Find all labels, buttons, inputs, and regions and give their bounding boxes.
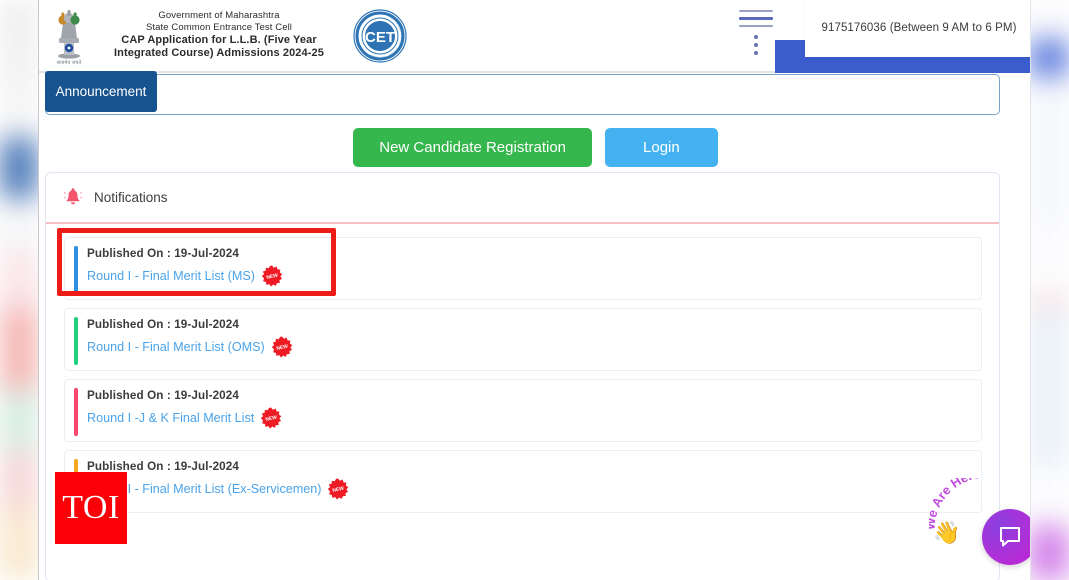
notifications-panel: Notifications Published On : 19-Jul-2024… [45,172,1000,580]
new-starburst-badge-icon: NEW [261,265,283,287]
india-national-emblem-icon: सत्यमेव जयते [46,5,92,67]
notification-card[interactable]: Published On : 19-Jul-2024 Round I -J & K… [64,379,982,442]
screenshot-stage: सत्यमेव जयते Government of Maharashtra S… [0,0,1069,580]
notification-accent-bar [74,246,78,294]
helpline-text: 9175176036 (Between 9 AM to 6 PM) [821,22,1017,34]
toi-watermark-text: TOI [62,489,120,526]
notification-published-date: Published On : 19-Jul-2024 [87,389,239,402]
notification-card[interactable]: Published On : 19-Jul-2024 Round I - Fina… [64,450,982,513]
announcement-box [45,74,1000,115]
title-line-government: Government of Maharashtra [158,10,280,22]
announcement-tab[interactable]: Announcement [45,71,157,112]
notification-accent-bar [74,388,78,436]
helpline-tooltip: 9175176036 (Between 9 AM to 6 PM) [805,0,1030,57]
vertical-dots-menu-icon[interactable] [754,34,758,55]
notification-link-text: Round I - Final Merit List (OMS) [87,340,265,354]
new-starburst-badge-icon: NEW [261,407,282,429]
cet-logo-text: CET [365,29,395,46]
notification-published-date: Published On : 19-Jul-2024 [87,318,239,331]
hamburger-menu-icon[interactable] [739,10,773,27]
notification-link[interactable]: Round I - Final Merit List (MS) NEW [87,265,981,287]
notification-link[interactable]: Round I - Final Merit List (Ex-Serviceme… [87,478,981,500]
blurred-backdrop-left [0,0,38,580]
notification-link[interactable]: Round I -J & K Final Merit List NEW [87,407,981,429]
notification-accent-bar [74,317,78,365]
notifications-list: Published On : 19-Jul-2024 Round I - Fina… [46,224,999,513]
notification-published-date: Published On : 19-Jul-2024 [87,247,239,260]
cet-seal-logo-icon: CET STATE COMMON ENTRANCE TEST CELL [352,8,408,64]
site-header: सत्यमेव जयते Government of Maharashtra S… [39,0,1030,73]
title-line-cap-1: CAP Application for L.L.B. (Five Year [121,33,317,46]
waving-hand-icon: 👋 [933,520,961,545]
blurred-backdrop-right [1029,0,1069,580]
bell-icon [63,187,83,208]
notifications-heading: Notifications [94,190,168,205]
page-content: सत्यमेव जयते Government of Maharashtra S… [38,0,1031,580]
new-candidate-registration-button[interactable]: New Candidate Registration [353,128,593,167]
chat-widget: We Are Here! 👋 [929,478,1030,578]
notifications-header: Notifications [46,173,999,224]
new-starburst-badge-icon: NEW [271,336,293,358]
notifications-scrollbar[interactable] [999,205,1000,307]
announcement-tab-label: Announcement [55,84,147,99]
toi-watermark-logo: TOI [55,472,127,544]
notification-card[interactable]: Published On : 19-Jul-2024 Round I - Fina… [64,308,982,371]
title-line-cap-2: Integrated Course) Admissions 2024-25 [114,47,324,60]
action-button-row: New Candidate Registration Login [39,128,1030,167]
notification-published-date: Published On : 19-Jul-2024 [87,460,239,473]
new-starburst-badge-icon: NEW [328,478,349,500]
chat-bubble-icon [1000,527,1020,547]
chat-bubble-button[interactable] [982,509,1030,565]
notification-link-text: Round I -J & K Final Merit List [87,411,255,425]
title-line-cet-cell: State Common Entrance Test Cell [145,21,293,33]
header-menu-group [739,10,773,55]
emblem-caption: सत्यमेव जयते [57,59,82,66]
notification-link-text: Round I - Final Merit List (MS) [87,269,255,283]
site-title-block: Government of Maharashtra State Common E… [104,10,334,61]
notification-card[interactable]: Published On : 19-Jul-2024 Round I - Fina… [64,237,982,300]
notification-link[interactable]: Round I - Final Merit List (OMS) NEW [87,336,981,358]
login-button[interactable]: Login [605,128,718,167]
